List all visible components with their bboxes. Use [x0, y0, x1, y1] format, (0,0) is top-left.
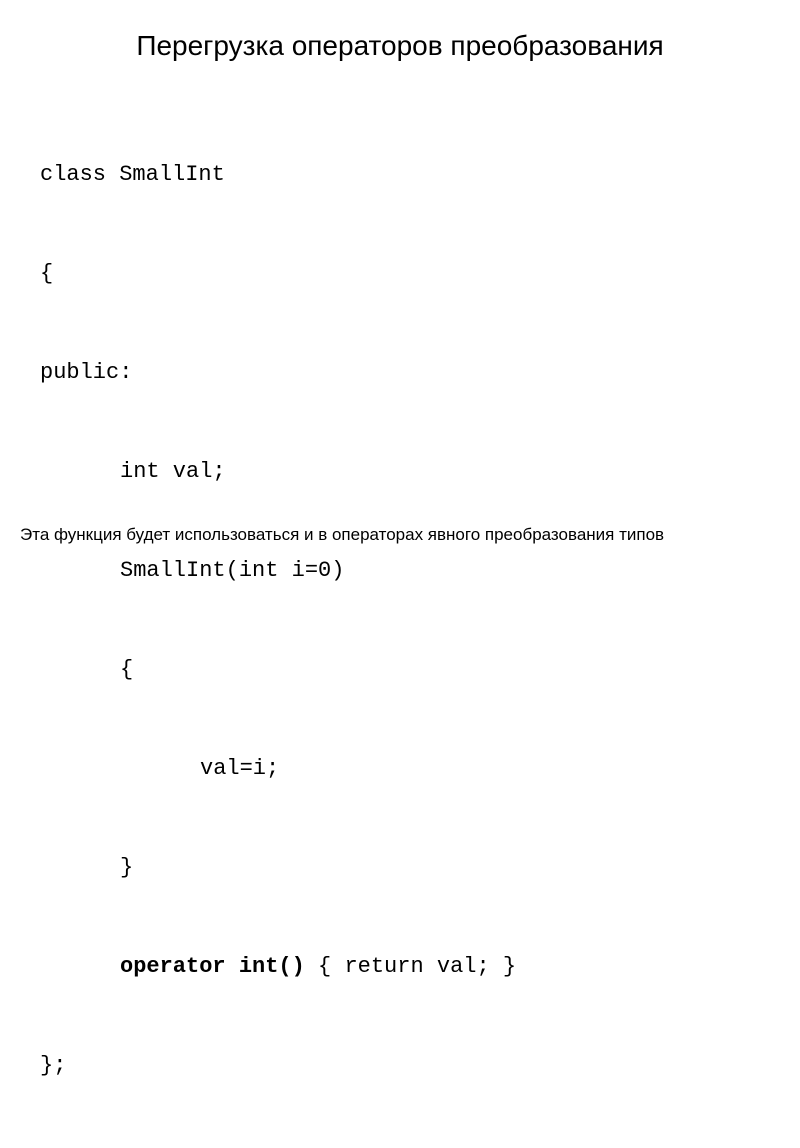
code-line: }; [40, 1049, 760, 1082]
code-rest: { return val; } [305, 954, 516, 979]
slide-content: Перегрузка операторов преобразования cla… [0, 0, 800, 600]
code-line: { [40, 257, 760, 290]
code-line: int val; [40, 455, 760, 488]
code-line: class SmallInt [40, 158, 760, 191]
slide-title: Перегрузка операторов преобразования [40, 30, 760, 62]
code-line: { [40, 653, 760, 686]
code-line: public: [40, 356, 760, 389]
code-block: class SmallInt { public: int val; SmallI… [40, 92, 760, 1148]
code-bold: operator int() [120, 954, 305, 979]
code-line: operator int() { return val; } [40, 950, 760, 983]
footer-note: Эта функция будет использоваться и в опе… [20, 525, 780, 545]
code-line: } [40, 851, 760, 884]
code-line: val=i; [40, 752, 760, 785]
code-line: SmallInt(int i=0) [40, 554, 760, 587]
